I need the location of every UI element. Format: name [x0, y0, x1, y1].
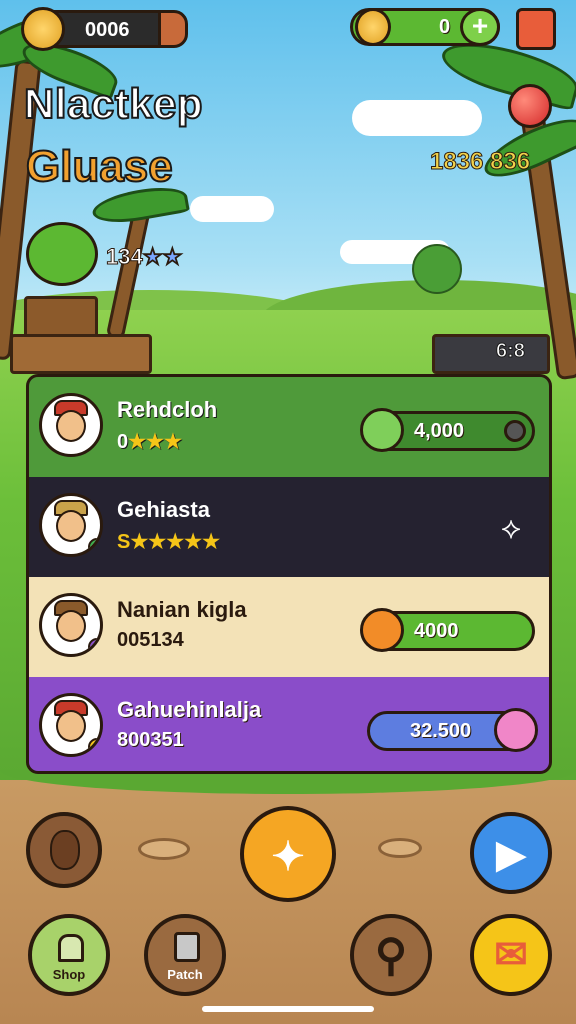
face-icon — [56, 610, 86, 642]
center-compass-button[interactable]: ✦ — [240, 806, 336, 902]
storage-box — [10, 334, 152, 374]
book-icon[interactable] — [516, 8, 556, 50]
leaf-icon — [360, 408, 404, 452]
shop-button[interactable]: Shop — [28, 914, 110, 996]
energy-coin-icon — [355, 8, 391, 46]
rating-prefix: 0 — [117, 431, 129, 453]
leaderboard-row[interactable]: Nanian kigla 005134 4000 — [29, 577, 549, 677]
level-badge-icon — [88, 638, 100, 654]
rock — [378, 838, 422, 858]
leaderboard-panel: Rehdcloh 0★★★ 4,000 Gehiasta S★★★★★ ⟡ Na… — [26, 374, 552, 774]
character-button[interactable] — [26, 812, 102, 888]
player-stars: ★★ — [142, 244, 183, 270]
coin-pill-end — [158, 10, 188, 48]
home-indicator[interactable] — [202, 1006, 374, 1012]
shop-label: Shop — [52, 967, 86, 982]
play-icon: ▶ — [496, 834, 526, 876]
player-rating: S★★★★★ — [117, 529, 220, 554]
character-portrait-icon — [50, 830, 80, 870]
side-counter: 6:8 — [496, 340, 526, 363]
player-stats: 134★★ — [106, 244, 183, 270]
coin-counter[interactable]: 0006 — [21, 7, 188, 51]
add-energy-button[interactable]: + — [460, 8, 500, 46]
orange-icon — [360, 608, 404, 652]
red-gem-icon[interactable] — [508, 84, 552, 128]
leaderboard-row[interactable]: Gehiasta S★★★★★ ⟡ — [29, 477, 549, 577]
level-badge-icon — [88, 738, 100, 754]
player-rating: 005134 — [117, 629, 184, 651]
reward-value: 4000 — [414, 620, 459, 642]
player-rating: 800351 — [117, 729, 184, 751]
level-badge-icon — [88, 538, 100, 554]
reward-pill[interactable]: 4000 — [360, 608, 535, 652]
rock — [138, 838, 190, 860]
coin-value: 0006 — [85, 19, 130, 41]
energy-value: 0 — [439, 16, 451, 38]
search-button[interactable]: ⚲ — [350, 914, 432, 996]
reward-toggle-icon — [504, 420, 526, 442]
house-icon — [58, 934, 84, 962]
rating-stars: ★★★★★ — [130, 531, 220, 553]
game-scene: 0006 0 + Nlactkep Gluase 1836 836 134★★ … — [0, 0, 576, 1024]
leaderboard-row[interactable]: Gahuehinlalja 800351 32.500 — [29, 677, 549, 771]
play-button[interactable]: ▶ — [470, 812, 552, 894]
player-name: Gahuehinlalja — [117, 697, 262, 722]
player-score: 134 — [106, 244, 144, 270]
mail-button[interactable]: ✉ — [470, 914, 552, 996]
mail-icon: ✉ — [494, 933, 528, 977]
bush-tree — [412, 244, 462, 294]
player-avatar — [39, 693, 103, 757]
robot-button[interactable]: Patch — [144, 914, 226, 996]
pink-hair-avatar-icon — [494, 708, 538, 752]
reward-pill[interactable]: 4,000 — [360, 408, 535, 452]
player-avatar — [39, 593, 103, 657]
player-rating: 0★★★ — [117, 429, 182, 454]
face-icon — [56, 510, 86, 542]
robot-label: Patch — [167, 967, 203, 982]
coin-avatar-icon — [21, 7, 65, 51]
metal-box — [432, 334, 550, 374]
reward-value: 4,000 — [414, 420, 465, 442]
player-name: Rehdcloh — [117, 397, 218, 422]
reward-pill[interactable]: 32.500 — [367, 708, 538, 752]
game-title-line1: Nlactkep — [23, 79, 204, 128]
resource-counter: 1836 836 — [429, 148, 531, 176]
leaderboard-row[interactable]: Rehdcloh 0★★★ 4,000 — [29, 377, 549, 477]
search-icon: ⚲ — [374, 931, 408, 980]
player-name: Gehiasta — [117, 497, 210, 522]
player-name: Nanian kigla — [117, 597, 247, 622]
rating-prefix: S — [117, 531, 131, 553]
player-profile-avatar[interactable] — [26, 222, 98, 286]
compass-icon[interactable]: ⟡ — [493, 511, 529, 547]
cloud — [352, 100, 482, 136]
cloud — [190, 196, 274, 222]
robot-icon — [174, 932, 200, 962]
compass-icon: ✦ — [271, 835, 305, 879]
rating-stars: ★★★ — [128, 431, 182, 453]
game-title-line2: Gluase — [25, 141, 174, 192]
player-avatar — [39, 393, 103, 457]
face-icon — [56, 710, 86, 742]
reward-value: 32.500 — [410, 720, 472, 742]
face-icon — [56, 410, 86, 442]
player-avatar — [39, 493, 103, 557]
